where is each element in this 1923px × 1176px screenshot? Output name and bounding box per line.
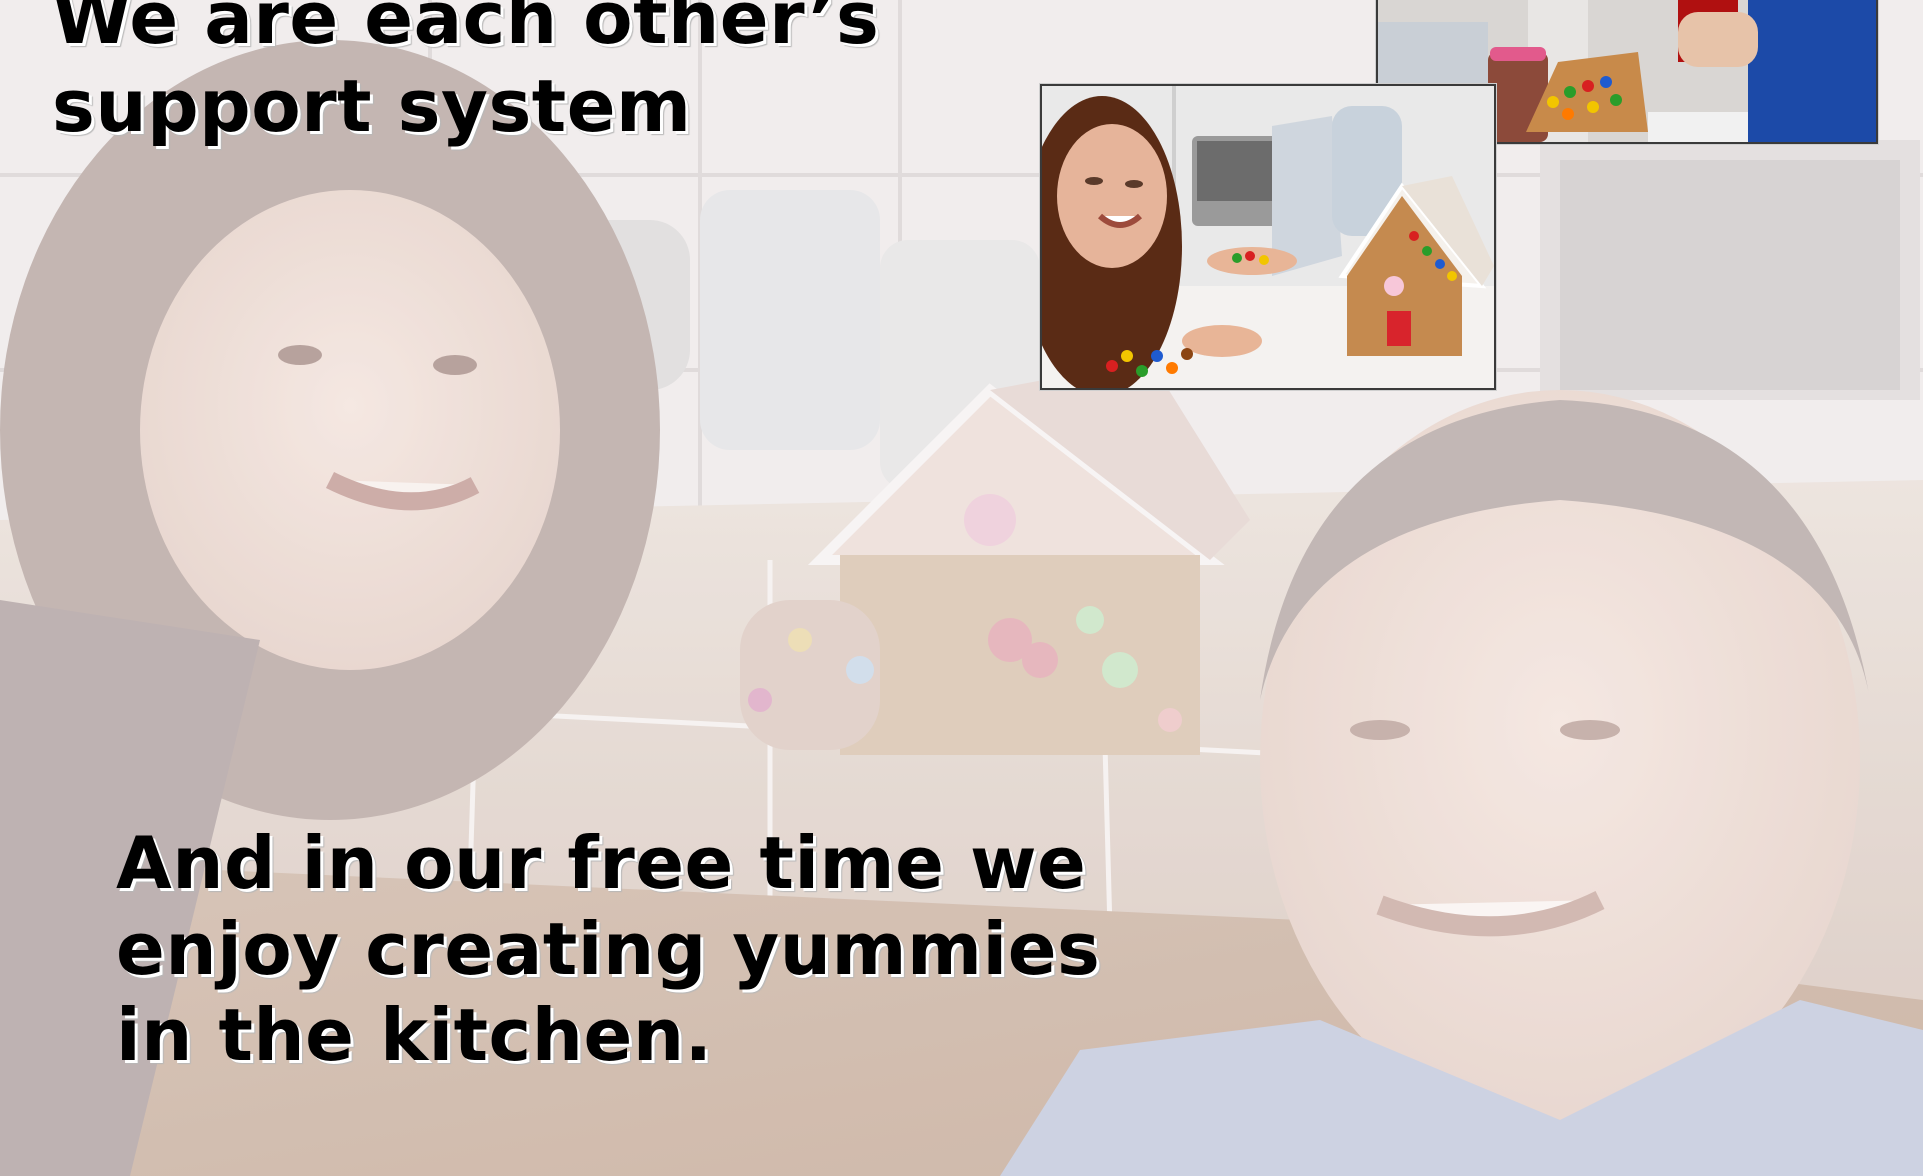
slide: We are each other’s support system And i…	[0, 0, 1923, 1176]
caption-free-time: And in our free time we enjoy creating y…	[116, 821, 1101, 1077]
caption-support-system: We are each other’s support system	[52, 0, 880, 148]
inset-photo-woman-candies	[1040, 84, 1496, 390]
